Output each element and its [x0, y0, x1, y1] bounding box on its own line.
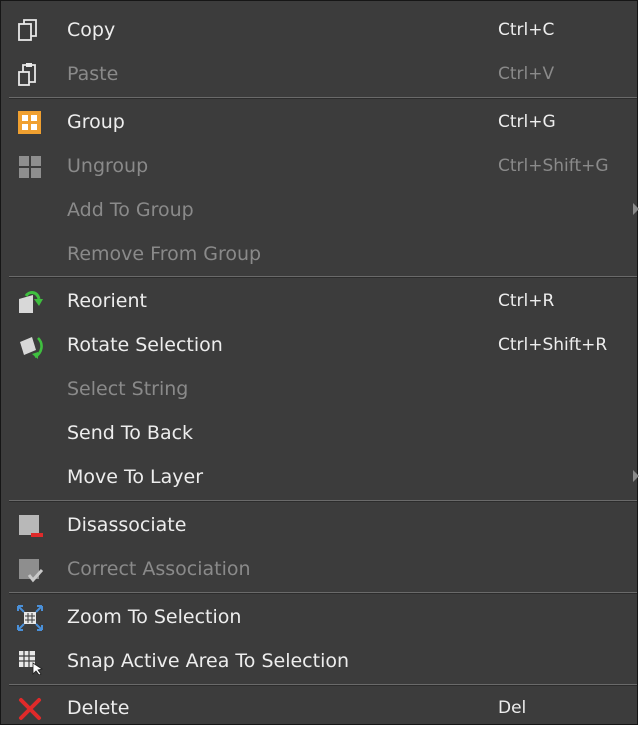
- menu-item-correct-association[interactable]: Correct Association: [1, 547, 637, 591]
- menu-item-add-to-group[interactable]: Add To Group: [1, 188, 639, 232]
- menu-item-move-to-layer[interactable]: Move To Layer: [1, 455, 639, 499]
- menu-item-send-to-back[interactable]: Send To Back: [1, 411, 637, 455]
- menu-item-paste[interactable]: Paste Ctrl+V: [1, 52, 637, 96]
- copy-icon: [17, 18, 43, 44]
- select-string-label: Select String: [67, 378, 189, 400]
- paste-icon: [17, 62, 43, 88]
- ungroup-label: Ungroup: [67, 155, 149, 177]
- reorient-shortcut: Ctrl+R: [498, 291, 555, 311]
- copy-label: Copy: [67, 19, 116, 41]
- menu-separator: [9, 500, 637, 502]
- move-to-layer-label: Move To Layer: [67, 466, 204, 488]
- rotate-selection-label: Rotate Selection: [67, 334, 223, 356]
- menu-separator: [9, 97, 637, 99]
- zoom-to-selection-icon: [17, 605, 43, 631]
- zoom-to-selection-label: Zoom To Selection: [67, 606, 242, 628]
- reorient-icon: [17, 289, 43, 315]
- context-menu: Copy Ctrl+C Paste Ctrl+V Group Ctrl+G Un…: [0, 0, 639, 725]
- group-label: Group: [67, 111, 125, 133]
- delete-shortcut: Del: [498, 698, 527, 718]
- submenu-arrow-icon: [633, 203, 639, 215]
- delete-label: Delete: [67, 697, 130, 719]
- copy-shortcut: Ctrl+C: [498, 20, 555, 40]
- disassociate-icon: [17, 513, 43, 539]
- submenu-arrow-icon: [633, 470, 639, 482]
- correct-association-icon: [17, 557, 43, 583]
- group-icon: [17, 110, 43, 136]
- menu-item-rotate-selection[interactable]: Rotate Selection Ctrl+Shift+R: [1, 323, 637, 367]
- delete-icon: [17, 696, 43, 722]
- menu-separator: [9, 276, 637, 278]
- ungroup-icon: [17, 154, 43, 180]
- menu-item-snap-active-area[interactable]: Snap Active Area To Selection: [1, 639, 637, 683]
- paste-label: Paste: [67, 63, 119, 85]
- menu-item-disassociate[interactable]: Disassociate: [1, 503, 637, 547]
- correct-association-label: Correct Association: [67, 558, 251, 580]
- menu-item-select-string[interactable]: Select String: [1, 367, 637, 411]
- menu-item-remove-from-group[interactable]: Remove From Group: [1, 232, 637, 276]
- menu-separator: [9, 592, 637, 594]
- send-to-back-label: Send To Back: [67, 422, 194, 444]
- menu-item-ungroup[interactable]: Ungroup Ctrl+Shift+G: [1, 144, 637, 188]
- menu-item-group[interactable]: Group Ctrl+G: [1, 100, 637, 144]
- menu-item-reorient[interactable]: Reorient Ctrl+R: [1, 279, 637, 323]
- paste-shortcut: Ctrl+V: [498, 64, 555, 84]
- menu-item-delete[interactable]: Delete Del: [1, 686, 637, 730]
- remove-from-group-label: Remove From Group: [67, 243, 262, 265]
- group-shortcut: Ctrl+G: [498, 112, 556, 132]
- rotate-selection-icon: [17, 333, 43, 359]
- menu-item-copy[interactable]: Copy Ctrl+C: [1, 8, 637, 52]
- snap-active-area-label: Snap Active Area To Selection: [67, 650, 350, 672]
- menu-item-zoom-to-selection[interactable]: Zoom To Selection: [1, 595, 637, 639]
- add-to-group-label: Add To Group: [67, 199, 194, 221]
- snap-active-area-icon: [17, 649, 43, 675]
- ungroup-shortcut: Ctrl+Shift+G: [498, 156, 609, 176]
- rotate-selection-shortcut: Ctrl+Shift+R: [498, 335, 608, 355]
- disassociate-label: Disassociate: [67, 514, 187, 536]
- reorient-label: Reorient: [67, 290, 147, 312]
